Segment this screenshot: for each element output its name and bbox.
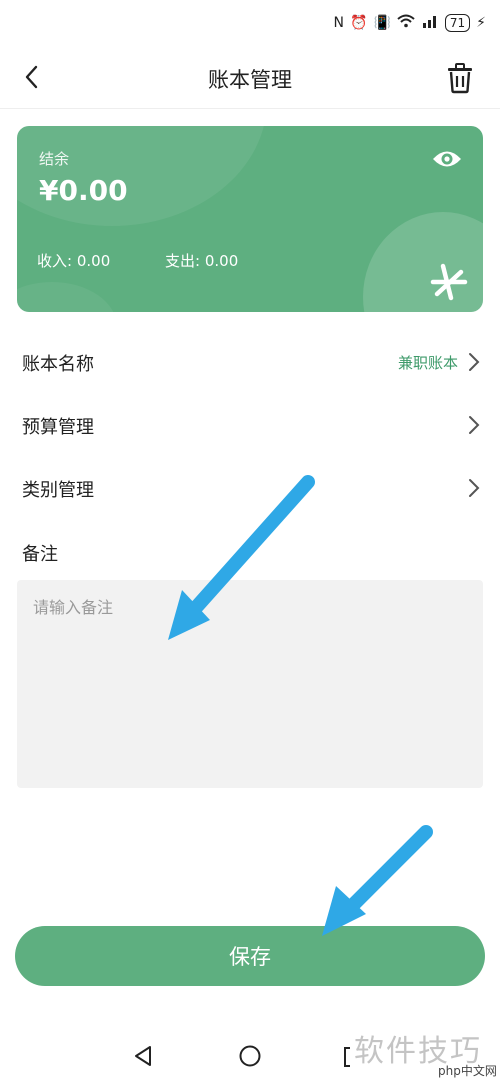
income-value: 0.00 (76, 252, 111, 270)
chevron-right-icon (469, 479, 480, 497)
nfc-icon: N (333, 15, 344, 31)
signal-icon (421, 14, 439, 32)
system-recents-icon[interactable] (342, 1046, 352, 1068)
system-back-icon[interactable] (132, 1044, 154, 1068)
top-navbar: 账本管理 (0, 48, 500, 109)
row-label: 账本名称 (22, 354, 94, 375)
row-label: 类别管理 (22, 480, 94, 501)
balance-label: 结余 (39, 150, 70, 168)
income-label: 收入: (37, 252, 73, 270)
ledger-name-row[interactable]: 账本名称 兼职账本 (0, 332, 500, 392)
page-title: 账本管理 (208, 68, 292, 92)
income-summary: 收入: 0.00 (37, 250, 110, 271)
system-home-icon[interactable] (238, 1044, 262, 1068)
toggle-visibility-button[interactable] (431, 148, 463, 170)
row-label: 预算管理 (22, 417, 94, 438)
budget-management-row[interactable]: 预算管理 (0, 395, 500, 455)
expense-summary: 支出: 0.00 (165, 250, 238, 271)
trash-icon (448, 63, 472, 94)
save-button[interactable]: 保存 (15, 926, 485, 986)
watermark-site: php中文网 (438, 1064, 497, 1078)
balance-value: ¥0.00 (39, 174, 128, 207)
annotation-arrow-save (322, 825, 433, 936)
battery-indicator: 71 (444, 14, 471, 32)
expense-value: 0.00 (204, 252, 239, 270)
note-label: 备注 (22, 544, 58, 565)
category-management-row[interactable]: 类别管理 (0, 458, 500, 518)
alarm-icon: ⏰ (350, 15, 368, 31)
balance-card: 结余 ¥0.00 收入: 0.00 支出: 0.00 (17, 126, 483, 312)
card-decoration (17, 282, 117, 312)
app-logo-icon (430, 263, 468, 301)
eye-icon (433, 151, 461, 167)
vibrate-icon: 📳 (373, 15, 391, 31)
expense-label: 支出: (165, 252, 201, 270)
note-input[interactable] (17, 580, 483, 788)
wifi-icon (397, 14, 415, 32)
chevron-right-icon (469, 416, 480, 434)
status-bar: N ⏰ 📳 71 ⚡ (0, 0, 500, 48)
status-icons: N ⏰ 📳 71 ⚡ (334, 14, 486, 32)
ledger-name-value: 兼职账本 (397, 354, 458, 372)
chevron-right-icon (469, 353, 480, 371)
charging-icon: ⚡ (476, 15, 486, 31)
delete-button[interactable] (446, 62, 474, 94)
